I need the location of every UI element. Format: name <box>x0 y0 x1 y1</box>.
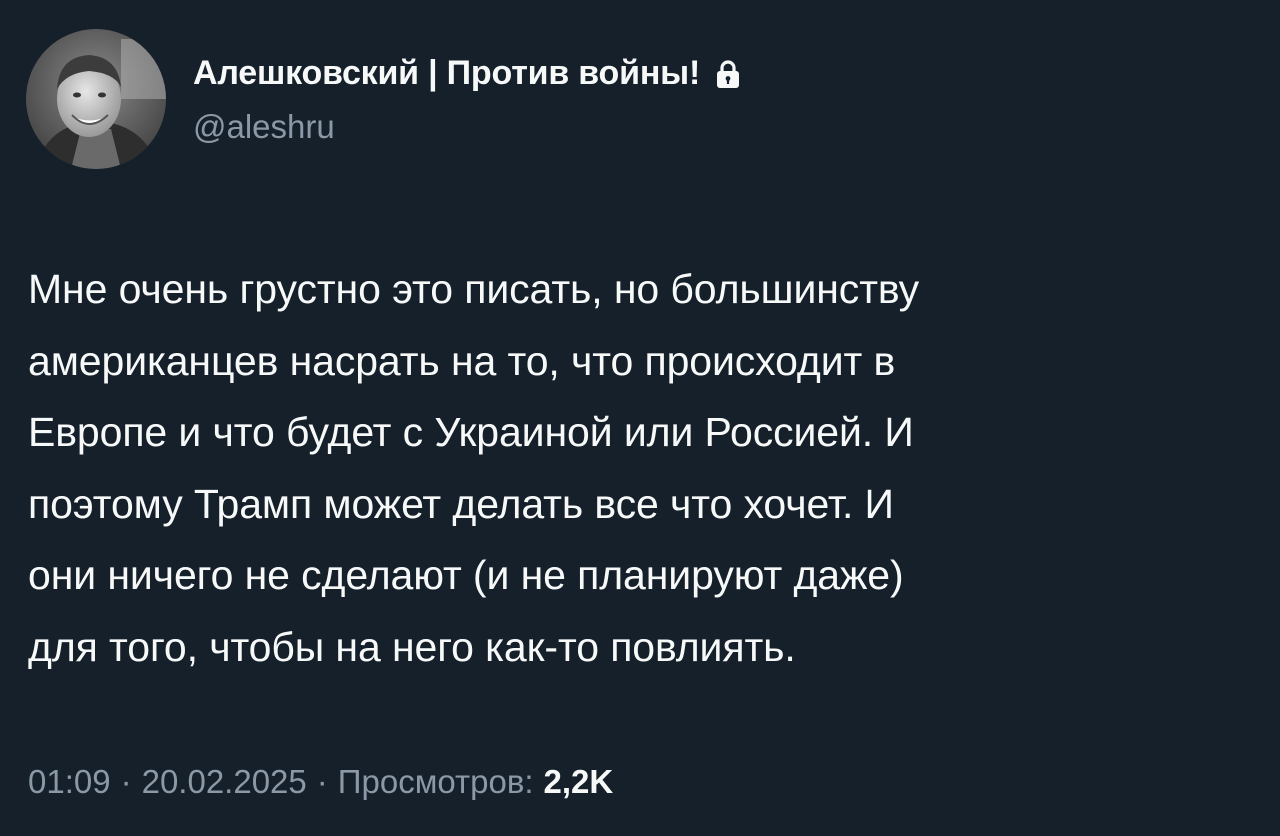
meta-separator: · <box>316 763 328 800</box>
tweet-time[interactable]: 01:09 <box>28 763 111 801</box>
views-label: Просмотров: <box>337 763 534 800</box>
display-name[interactable]: Алешковский | Против войны! <box>193 54 700 93</box>
profile-photo-icon <box>26 29 166 169</box>
tweet-date[interactable]: 20.02.2025 <box>142 763 307 801</box>
avatar[interactable] <box>26 29 166 169</box>
tweet-meta: 01:09 · 20.02.2025 · Просмотров: 2,2K <box>28 758 613 806</box>
views-count[interactable]: 2,2K <box>544 763 614 801</box>
tweet: Алешковский | Против войны! @aleshru Мне… <box>0 0 1280 836</box>
tweet-text: Мне очень грустно это писать, но большин… <box>28 266 920 670</box>
meta-separator: · <box>120 763 132 800</box>
author-handle[interactable]: @aleshru <box>193 108 335 146</box>
lock-icon <box>716 59 740 89</box>
author-name-row: Алешковский | Против войны! <box>193 50 740 96</box>
